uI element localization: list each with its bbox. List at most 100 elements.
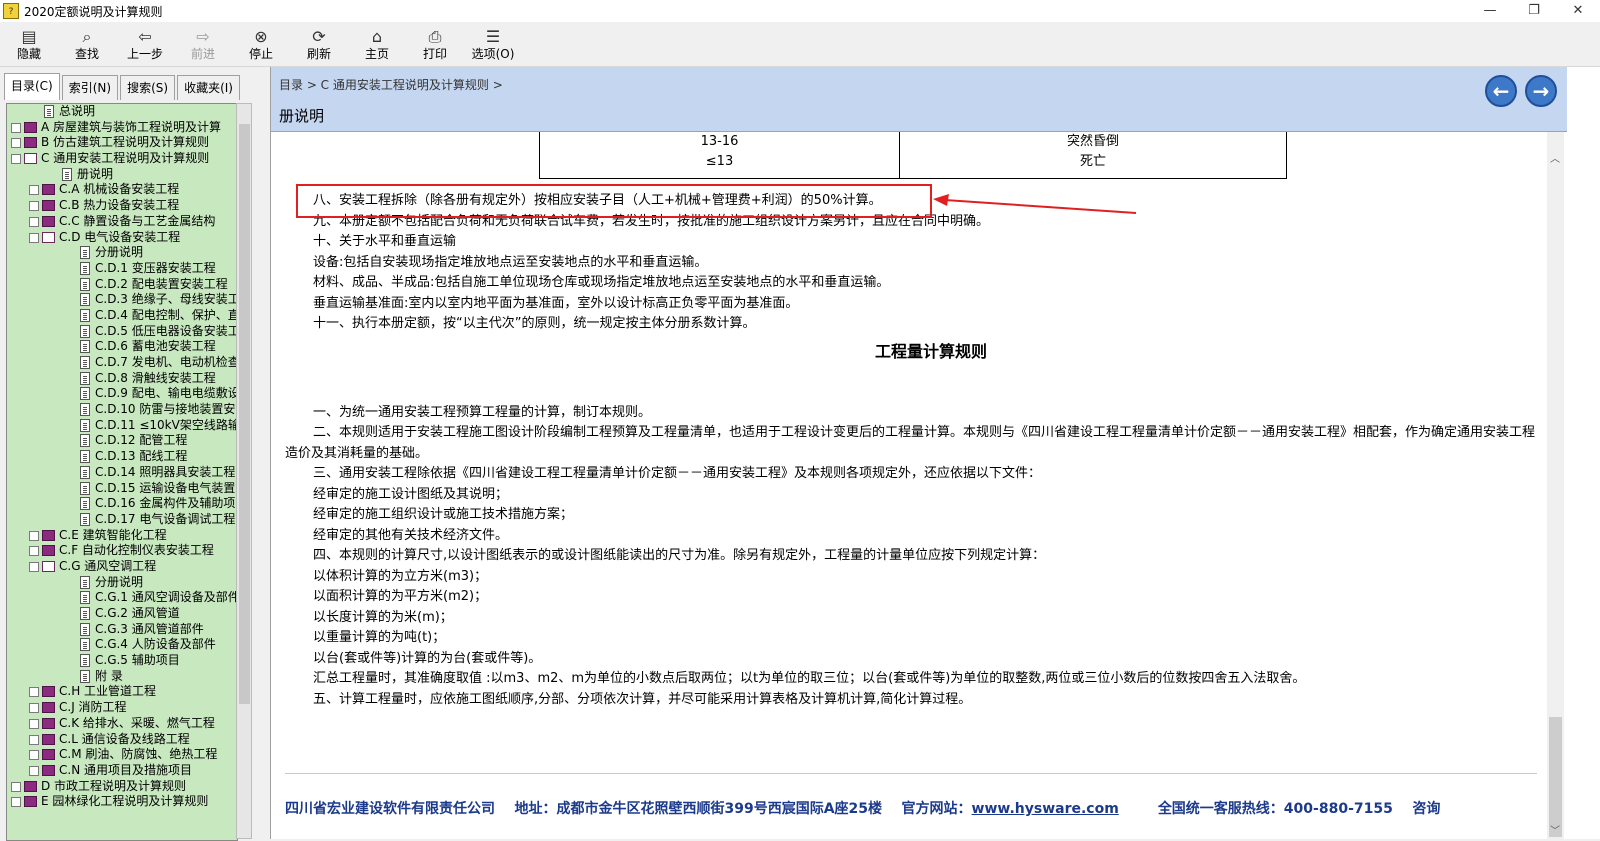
toolbar-button-5[interactable]: ⟳ 刷新 — [290, 22, 348, 66]
tree-item[interactable]: C.D.7 发电机、电动机检查 — [7, 355, 237, 371]
expand-icon[interactable] — [29, 687, 39, 698]
tree-item[interactable]: 分册说明 — [7, 575, 237, 591]
collapse-icon[interactable] — [29, 232, 39, 243]
tree-item[interactable]: C.D.4 配电控制、保护、直 — [7, 308, 237, 324]
contents-tree[interactable]: 总说明 A 房屋建筑与装饰工程说明及计算 B 仿古建筑工程说明及计算规则 C 通用安装… — [6, 103, 238, 841]
tree-item[interactable]: C.D.16 金属构件及辅助项 — [7, 496, 237, 512]
expand-icon[interactable] — [11, 797, 21, 808]
page-title: 册说明 — [279, 107, 325, 125]
toolbar-button-3[interactable]: ⇨ 前进 — [174, 22, 232, 66]
tree-item[interactable]: C.D 电气设备安装工程 — [7, 230, 237, 246]
tree-scrollbar[interactable] — [236, 103, 252, 839]
expand-icon[interactable] — [11, 122, 21, 133]
close-button[interactable]: ✕ — [1556, 0, 1600, 22]
tree-item[interactable]: E 园林绿化工程说明及计算规则 — [7, 794, 237, 810]
tab-3[interactable]: 收藏夹(I) — [177, 75, 240, 100]
tree-item[interactable]: C.B 热力设备安装工程 — [7, 198, 237, 214]
expand-icon[interactable] — [11, 138, 21, 149]
tree-item[interactable]: C.N 通用项目及措施项目 — [7, 763, 237, 779]
tree-item[interactable]: 附 录 — [7, 669, 237, 685]
rule-paragraph: 经审定的其他有关技术经济文件。 — [313, 528, 509, 543]
tree-item[interactable]: 册说明 — [7, 167, 237, 183]
tree-item[interactable]: C.D.17 电气设备调试工程 — [7, 512, 237, 528]
forward-arrow-icon[interactable]: → — [1525, 75, 1557, 107]
tree-item[interactable]: C.D.10 防雷与接地装置安 — [7, 402, 237, 418]
page-icon — [80, 324, 90, 338]
scroll-up-icon[interactable]: ︿ — [1550, 150, 1560, 165]
page-icon — [80, 497, 90, 511]
tree-item[interactable]: C.C 静置设备与工艺金属结构 — [7, 214, 237, 230]
tree-item[interactable]: C 通用安装工程说明及计算规则 — [7, 151, 237, 167]
tree-item-label: C.A 机械设备安装工程 — [59, 182, 180, 197]
expand-icon[interactable] — [29, 703, 39, 714]
tree-item[interactable]: C.F 自动化控制仪表安装工程 — [7, 543, 237, 559]
toolbar-button-7[interactable]: ⎙ 打印 — [406, 22, 464, 66]
tree-item[interactable]: C.D.15 运输设备电气装置 — [7, 481, 237, 497]
tree-item[interactable]: C.D.8 滑触线安装工程 — [7, 371, 237, 387]
tree-scroll-thumb[interactable] — [239, 124, 250, 704]
tree-item[interactable]: C.E 建筑智能化工程 — [7, 528, 237, 544]
tree-item[interactable]: C.G.5 辅助项目 — [7, 653, 237, 669]
tree-item[interactable]: C.D.1 变压器安装工程 — [7, 261, 237, 277]
tree-item[interactable]: 总说明 — [7, 104, 237, 120]
tree-item[interactable]: C.D.14 照明器具安装工程 — [7, 465, 237, 481]
tree-item[interactable]: C.D.6 蓄电池安装工程 — [7, 339, 237, 355]
tree-item[interactable]: C.M 刷油、防腐蚀、绝热工程 — [7, 747, 237, 763]
minimize-button[interactable]: — — [1468, 0, 1512, 22]
expand-icon[interactable] — [29, 216, 39, 227]
toolbar-button-2[interactable]: ⇦ 上一步 — [116, 22, 174, 66]
tree-item[interactable]: C.K 给排水、采暖、燃气工程 — [7, 716, 237, 732]
tree-item[interactable]: C.D.2 配电装置安装工程 — [7, 277, 237, 293]
restore-button[interactable]: ❐ — [1512, 0, 1556, 22]
expand-icon[interactable] — [29, 201, 39, 212]
breadcrumb[interactable]: 目录 > C 通用安装工程说明及计算规则 > — [279, 76, 503, 93]
expand-icon[interactable] — [29, 530, 39, 541]
tree-item[interactable]: C.L 通信设备及线路工程 — [7, 732, 237, 748]
tab-0[interactable]: 目录(C) — [4, 73, 60, 100]
content-scroll-thumb[interactable] — [1549, 717, 1562, 837]
footer-website-link[interactable]: www.hysware.com — [972, 801, 1119, 817]
tree-item[interactable]: C.A 机械设备安装工程 — [7, 182, 237, 198]
footer-consult[interactable]: 咨询 — [1412, 801, 1440, 817]
tree-item[interactable]: C.G 通风空调工程 — [7, 559, 237, 575]
tab-1[interactable]: 索引(N) — [61, 75, 119, 100]
tree-item[interactable]: C.G.3 通风管道部件 — [7, 622, 237, 638]
collapse-icon[interactable] — [29, 561, 39, 572]
tree-item[interactable]: C.D.13 配线工程 — [7, 449, 237, 465]
scroll-down-icon[interactable]: ﹀ — [1550, 822, 1560, 837]
tree-item[interactable]: C.D.11 ≤10kV架空线路输 — [7, 418, 237, 434]
expand-icon[interactable] — [29, 718, 39, 729]
tree-item[interactable]: C.D.12 配管工程 — [7, 433, 237, 449]
tree-item-label: C.D.4 配电控制、保护、直 — [95, 307, 237, 322]
open-book-icon — [24, 153, 37, 165]
tree-item[interactable]: C.G.1 通风空调设备及部件 — [7, 590, 237, 606]
tree-item[interactable]: A 房屋建筑与装饰工程说明及计算 — [7, 120, 237, 136]
back-arrow-icon[interactable]: ← — [1485, 75, 1517, 107]
content-scrollbar[interactable]: ︿ ﹀ — [1547, 132, 1564, 839]
tree-item[interactable]: C.D.3 绝缘子、母线安装工 — [7, 292, 237, 308]
toolbar-button-1[interactable]: ⌕ 查找 — [58, 22, 116, 66]
tree-item-label: C.B 热力设备安装工程 — [59, 198, 180, 213]
tree-item[interactable]: C.G.2 通风管道 — [7, 606, 237, 622]
tree-item[interactable]: C.J 消防工程 — [7, 700, 237, 716]
toolbar-button-4[interactable]: ⊗ 停止 — [232, 22, 290, 66]
expand-icon[interactable] — [11, 781, 21, 792]
toolbar-button-6[interactable]: ⌂ 主页 — [348, 22, 406, 66]
tree-item[interactable]: D 市政工程说明及计算规则 — [7, 779, 237, 795]
expand-icon[interactable] — [29, 546, 39, 557]
expand-icon[interactable] — [29, 750, 39, 761]
tree-item[interactable]: C.G.4 人防设备及部件 — [7, 637, 237, 653]
tree-item[interactable]: C.D.5 低压电器设备安装工 — [7, 324, 237, 340]
tab-2[interactable]: 搜索(S) — [120, 75, 176, 100]
tree-item[interactable]: C.H 工业管道工程 — [7, 684, 237, 700]
toolbar-button-0[interactable]: ▤ 隐藏 — [0, 22, 58, 66]
expand-icon[interactable] — [29, 734, 39, 745]
expand-icon[interactable] — [29, 765, 39, 776]
tree-item[interactable]: C.D.9 配电、输电电缆敷设 — [7, 386, 237, 402]
collapse-icon[interactable] — [11, 154, 21, 165]
tree-item[interactable]: 分册说明 — [7, 245, 237, 261]
tree-item-label: A 房屋建筑与装饰工程说明及计算 — [41, 119, 222, 134]
toolbar-button-8[interactable]: ☰ 选项(O) — [464, 22, 522, 66]
expand-icon[interactable] — [29, 185, 39, 196]
tree-item[interactable]: B 仿古建筑工程说明及计算规则 — [7, 135, 237, 151]
